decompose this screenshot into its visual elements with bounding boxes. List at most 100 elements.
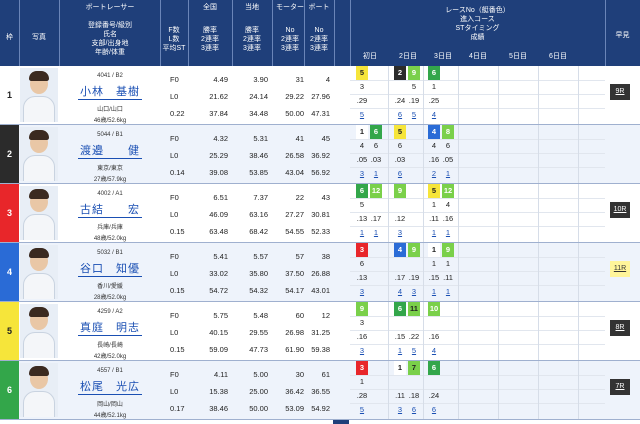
result-rank[interactable]: 5 (356, 403, 368, 417)
racer-name-link[interactable]: 真庭 明志 (78, 319, 142, 336)
z-value: 54.72 (209, 286, 228, 295)
result-boat[interactable]: 12 (370, 184, 382, 198)
day-divider (578, 302, 579, 360)
b-values: 45 36.92 56.92 (304, 125, 334, 183)
result-rank[interactable]: 1 (370, 226, 382, 240)
result-boat[interactable]: 12 (442, 184, 454, 198)
day-divider (578, 184, 579, 242)
racer-info: 4002 / A1 古結 宏兵庫/兵庫 48歳/52.0kg (60, 184, 160, 242)
racer-name-link[interactable]: 古結 宏 (78, 201, 142, 218)
quick-view-race-link[interactable]: 7R (610, 379, 630, 395)
result-boat[interactable]: 4 (428, 125, 440, 139)
result-boat[interactable]: 5 (428, 184, 440, 198)
result-rank[interactable]: 6 (408, 403, 420, 417)
result-rank[interactable]: 1 (428, 226, 440, 240)
result-boat[interactable]: 1 (394, 361, 406, 375)
result-rank[interactable]: 4 (394, 285, 406, 299)
result-boat[interactable]: 4 (394, 243, 406, 257)
result-st: .19 (408, 96, 420, 105)
result-boat[interactable]: 7 (408, 361, 420, 375)
racer-home: 山口/山口 (97, 107, 123, 113)
quick-view-race-link[interactable]: 8R (610, 320, 630, 336)
result-boat[interactable]: 9 (408, 243, 420, 257)
result-st: .22 (408, 332, 420, 341)
quick-view-race-link[interactable]: 11R (610, 261, 630, 277)
racer-row[interactable]: 1 4041 / B2 小林 基樹 山口/山口 46歳/52.6kg F0 L0 0.22 4.… (0, 66, 640, 125)
day-divider (388, 361, 389, 419)
result-boat[interactable]: 6 (428, 361, 440, 375)
result-rank[interactable]: 5 (408, 344, 420, 358)
result-boat[interactable]: 5 (356, 66, 368, 80)
racer-name-link[interactable]: 小林 基樹 (78, 83, 142, 100)
result-rank[interactable]: 5 (356, 108, 368, 122)
result-rank[interactable]: 3 (408, 285, 420, 299)
result-boat[interactable]: 11 (408, 302, 420, 316)
result-boat[interactable]: 10 (428, 302, 440, 316)
quick-view-race-link[interactable]: 9R (610, 84, 630, 100)
result-boat[interactable]: 3 (356, 361, 368, 375)
z-value: 4.11 (213, 370, 228, 379)
result-rank[interactable]: 6 (394, 167, 406, 181)
t-value: 5.31 (253, 134, 268, 143)
result-boat[interactable]: 1 (356, 125, 368, 139)
result-rank[interactable]: 4 (428, 344, 440, 358)
result-rank[interactable]: 1 (442, 167, 454, 181)
result-boat[interactable]: 6 (394, 302, 406, 316)
result-boat[interactable]: 6 (428, 66, 440, 80)
racer-photo (20, 186, 58, 240)
quick-view-race-link[interactable]: 10R (610, 202, 630, 218)
result-rank[interactable]: 1 (442, 285, 454, 299)
fl-value: 0.15 (170, 345, 185, 354)
result-rank[interactable]: 1 (394, 344, 406, 358)
fl-value: F0 (170, 193, 179, 202)
result-boat[interactable]: 6 (356, 184, 368, 198)
result-rank[interactable]: 1 (370, 167, 382, 181)
result-boat[interactable]: 3 (356, 243, 368, 257)
result-rank[interactable]: 5 (408, 108, 420, 122)
result-st: .12 (394, 214, 406, 223)
result-rank[interactable]: 1 (356, 226, 368, 240)
t-values: 5.57 35.80 54.32 (232, 243, 272, 301)
lane-header: 枠 (6, 33, 13, 41)
result-boat[interactable]: 6 (370, 125, 382, 139)
m-values: 31 29.22 50.00 (272, 66, 308, 124)
result-boat[interactable]: 5 (394, 125, 406, 139)
result-rank[interactable]: 1 (428, 285, 440, 299)
result-rank[interactable]: 3 (394, 403, 406, 417)
racer-home: 岡山/岡山 (97, 402, 123, 408)
racer-row[interactable]: 4 5032 / B1 谷口 知優 香川/愛媛 28歳/52.0kg F0 L0 0.15 5.… (0, 243, 640, 302)
result-rank[interactable]: 2 (428, 167, 440, 181)
result-st: .03 (370, 155, 382, 164)
z-value: 39.08 (209, 168, 228, 177)
racer-home: 香川/愛媛 (97, 284, 123, 290)
race-results-grid: 1 4.05 3 6 6.03 1 5 6.03 6 4 4.16 2 8 6.05 1 (350, 125, 605, 183)
racer-name-link[interactable]: 谷口 知優 (78, 260, 142, 277)
racer-name-link[interactable]: 渡邉 健 (78, 142, 142, 159)
result-rank[interactable]: 6 (428, 403, 440, 417)
result-boat[interactable]: 9 (356, 302, 368, 316)
result-st: .16 (428, 332, 440, 341)
header-divider (334, 0, 335, 66)
result-boat[interactable]: 1 (428, 243, 440, 257)
racer-row[interactable]: 3 4002 / A1 古結 宏兵庫/兵庫 48歳/52.0kg F0 L0 0.15 6.5… (0, 184, 640, 243)
b-value: 31.25 (311, 328, 330, 337)
racer-row[interactable]: 2 5044 / B1 渡邉 健東京/東京 27歳/57.9kg F0 L0 0.14 4.3… (0, 125, 640, 184)
result-boat[interactable]: 2 (394, 66, 406, 80)
result-rank[interactable]: 4 (428, 108, 440, 122)
result-rank[interactable]: 3 (356, 285, 368, 299)
b-values: 4 27.96 47.31 (304, 66, 334, 124)
result-boat[interactable]: 9 (394, 184, 406, 198)
result-rank[interactable]: 1 (442, 226, 454, 240)
result-rank[interactable]: 6 (394, 108, 406, 122)
m-value: 54.17 (285, 286, 304, 295)
result-boat[interactable]: 8 (442, 125, 454, 139)
racer-row[interactable]: 5 4259 / A2 真庭 明志 長崎/長崎 42歳/52.0kg F0 L0 0.15 5.… (0, 302, 640, 361)
racer-row[interactable]: 6 4557 / B1 松尾 光広 岡山/岡山 44歳/52.1kg F0 L0 0.17 4.… (0, 361, 640, 420)
result-rank[interactable]: 3 (356, 167, 368, 181)
result-entry: 3 (359, 318, 365, 327)
result-boat[interactable]: 9 (442, 243, 454, 257)
result-boat[interactable]: 9 (408, 66, 420, 80)
result-rank[interactable]: 3 (394, 226, 406, 240)
racer-name-link[interactable]: 松尾 光広 (78, 378, 142, 395)
result-rank[interactable]: 3 (356, 344, 368, 358)
